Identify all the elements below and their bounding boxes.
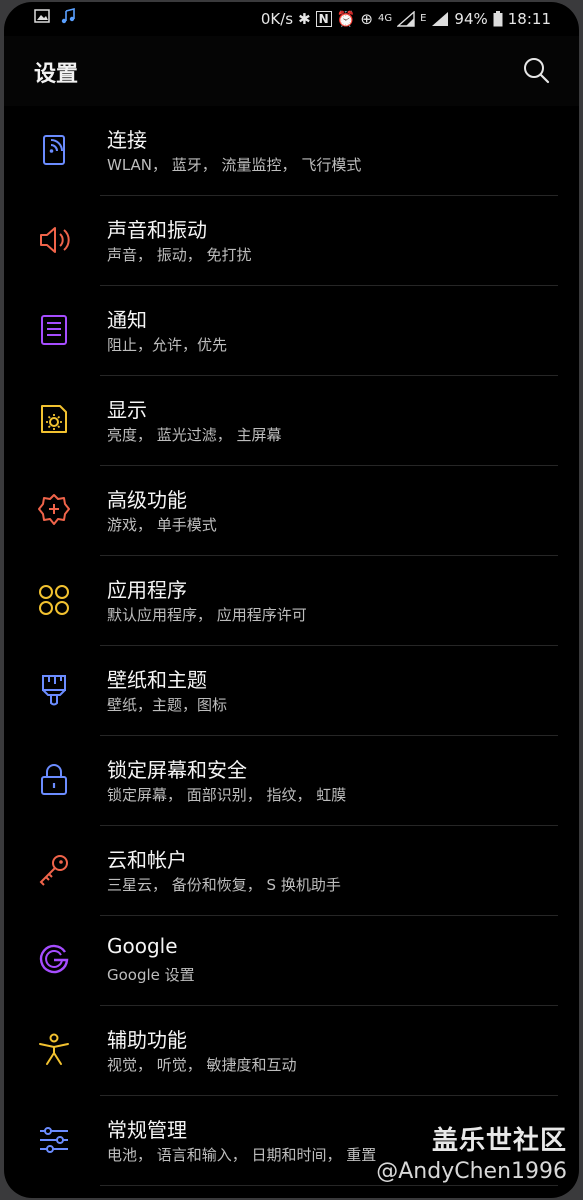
sliders-icon xyxy=(40,1127,68,1153)
item-summary: 阻止，允许，优先 xyxy=(107,336,228,354)
settings-list: 连接 WLAN， 蓝牙， 流量监控， 飞行模式 声音和振动 声音， 振动， 免打… xyxy=(4,106,579,1186)
settings-item-sound[interactable]: 声音和振动 声音， 振动， 免打扰 xyxy=(4,196,579,286)
network-speed: 0K/s xyxy=(260,10,294,28)
item-summary: 三星云， 备份和恢复， S 换机助手 xyxy=(107,876,341,894)
brush-icon xyxy=(42,675,66,706)
divider xyxy=(100,1185,558,1186)
google-icon xyxy=(39,944,69,974)
bluetooth-icon: ✱ xyxy=(298,10,311,28)
item-label: 常规管理 xyxy=(107,1118,187,1142)
network-type: 4G xyxy=(377,13,393,24)
app-header: 设置 xyxy=(4,36,579,106)
data-saver-icon: ⊕ xyxy=(360,10,373,28)
item-summary: WLAN， 蓝牙， 流量监控， 飞行模式 xyxy=(107,156,362,174)
network-type-e: E xyxy=(420,13,427,24)
item-label: 通知 xyxy=(107,308,147,332)
apps-icon xyxy=(39,585,69,615)
item-label: 壁纸和主题 xyxy=(107,668,207,692)
signal-icon-2 xyxy=(432,12,449,26)
settings-item-google[interactable]: Google Google 设置 xyxy=(4,916,579,1006)
phone-screen: 0K/s ✱ N ⏰ ⊕ 4G E 94% 18:11 设置 连接 WLAN， … xyxy=(4,2,579,1198)
item-summary: 游戏， 单手模式 xyxy=(107,516,217,534)
item-label: 锁定屏幕和安全 xyxy=(107,758,247,782)
settings-item-accessibility[interactable]: 辅助功能 视觉， 听觉， 敏捷度和互动 xyxy=(4,1006,579,1096)
gallery-icon xyxy=(34,9,50,23)
settings-item-wallpapers-themes[interactable]: 壁纸和主题 壁纸，主题，图标 xyxy=(4,646,579,736)
item-summary: 视觉， 听觉， 敏捷度和互动 xyxy=(107,1056,297,1074)
key-icon xyxy=(39,855,68,886)
battery-icon xyxy=(493,11,503,27)
settings-item-lock-screen-security[interactable]: 锁定屏幕和安全 锁定屏幕， 面部识别， 指纹， 虹膜 xyxy=(4,736,579,826)
item-label: 云和帐户 xyxy=(107,848,187,872)
settings-item-notifications[interactable]: 通知 阻止，允许，优先 xyxy=(4,286,579,376)
item-summary: 亮度， 蓝光过滤， 主屏幕 xyxy=(107,426,282,444)
display-icon xyxy=(41,405,67,433)
item-label: 连接 xyxy=(107,128,147,152)
settings-item-display[interactable]: 显示 亮度， 蓝光过滤， 主屏幕 xyxy=(4,376,579,466)
settings-item-general-management[interactable]: 常规管理 电池， 语言和输入， 日期和时间， 重置 xyxy=(4,1096,579,1186)
item-summary: 默认应用程序， 应用程序许可 xyxy=(107,606,307,624)
settings-item-cloud-accounts[interactable]: 云和帐户 三星云， 备份和恢复， S 换机助手 xyxy=(4,826,579,916)
item-label: 声音和振动 xyxy=(107,218,207,242)
advanced-features-icon xyxy=(38,494,70,525)
page-title: 设置 xyxy=(34,62,79,87)
speaker-icon xyxy=(40,227,70,253)
music-icon xyxy=(61,8,75,24)
search-icon[interactable] xyxy=(522,56,550,84)
item-label: 辅助功能 xyxy=(107,1028,187,1052)
accessibility-icon xyxy=(39,1033,69,1065)
clock: 18:11 xyxy=(507,10,551,28)
item-summary: Google 设置 xyxy=(107,966,195,984)
connections-icon xyxy=(43,135,65,165)
lock-icon xyxy=(41,764,67,795)
item-summary: 声音， 振动， 免打扰 xyxy=(107,246,252,264)
notification-icon xyxy=(41,315,67,345)
alarm-icon: ⏰ xyxy=(336,10,356,28)
status-bar: 0K/s ✱ N ⏰ ⊕ 4G E 94% 18:11 xyxy=(4,2,579,36)
item-summary: 电池， 语言和输入， 日期和时间， 重置 xyxy=(107,1146,377,1164)
item-summary: 锁定屏幕， 面部识别， 指纹， 虹膜 xyxy=(107,786,347,804)
signal-icon xyxy=(397,11,415,27)
settings-item-connections[interactable]: 连接 WLAN， 蓝牙， 流量监控， 飞行模式 xyxy=(4,106,579,196)
item-label: 应用程序 xyxy=(107,578,187,602)
item-label: 高级功能 xyxy=(107,488,187,512)
item-summary: 壁纸，主题，图标 xyxy=(107,696,228,714)
item-label: 显示 xyxy=(107,398,147,422)
item-label: Google xyxy=(107,934,178,958)
nfc-icon: N xyxy=(315,11,332,27)
settings-item-advanced-features[interactable]: 高级功能 游戏， 单手模式 xyxy=(4,466,579,556)
battery-percent: 94% xyxy=(454,10,488,28)
settings-item-apps[interactable]: 应用程序 默认应用程序， 应用程序许可 xyxy=(4,556,579,646)
